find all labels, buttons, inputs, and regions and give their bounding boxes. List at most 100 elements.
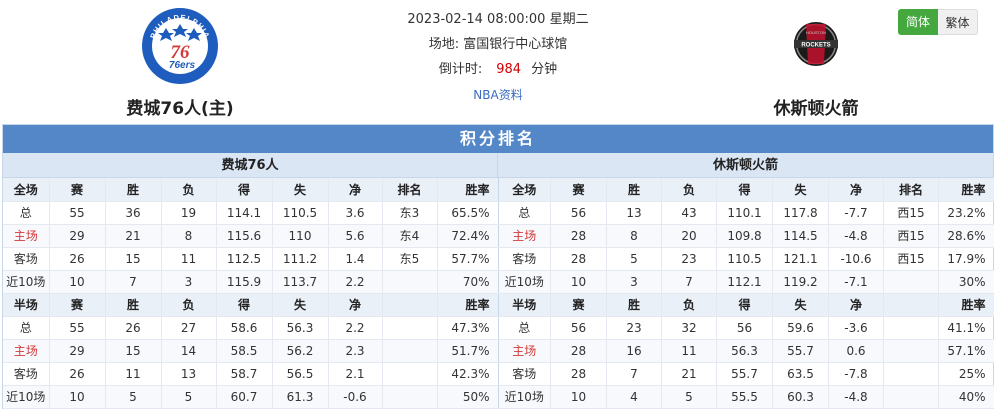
table-cell: 50%: [437, 385, 498, 409]
table-cell: 14: [161, 339, 217, 363]
row-label: 主场: [3, 339, 50, 363]
rockets-logo-icon[interactable]: ROCKETS HOUSTON: [776, 6, 856, 86]
table-cell: -4.8: [828, 385, 884, 409]
table-cell: 3: [606, 270, 662, 294]
standings-title: 积分排名: [3, 125, 993, 153]
table-cell: 东3: [382, 201, 438, 225]
away-standings-team-name: 休斯顿火箭: [498, 153, 993, 178]
column-header: 得: [716, 293, 773, 317]
table-row: 近10场 10 7 3 115.9 113.7 2.2 70%: [3, 270, 498, 294]
column-header: 胜率: [437, 293, 498, 317]
table-cell: 56: [550, 201, 607, 225]
column-header: 净: [828, 293, 884, 317]
column-header: 胜率: [437, 178, 498, 202]
row-label: 客场: [3, 362, 50, 386]
column-header: 净: [328, 293, 383, 317]
table-cell: 117.8: [772, 201, 829, 225]
table-cell: 110.1: [716, 201, 773, 225]
table-cell: 72.4%: [437, 224, 498, 248]
table-cell: 28: [550, 224, 607, 248]
table-cell: 59.6: [772, 316, 829, 340]
table-row: 客场 26 11 13 58.7 56.5 2.1 42.3%: [3, 362, 498, 386]
table-cell: 15: [105, 339, 162, 363]
home-standings-table: 全场赛胜负得失净排名 胜率总 55 36 19 114.1 110.5 3.6 东3 65.5% 主…: [3, 178, 499, 409]
nba-info-link[interactable]: NBA资料: [473, 88, 522, 102]
table-cell: 20: [661, 224, 717, 248]
column-header: 负: [661, 178, 717, 202]
table-cell: 115.9: [216, 270, 273, 294]
table-cell: 2.1: [328, 362, 383, 386]
table-cell: 55: [49, 201, 106, 225]
table-cell: 17.9%: [938, 247, 994, 271]
row-label: 主场: [498, 339, 551, 363]
table-cell: 13: [161, 362, 217, 386]
table-cell: 东4: [382, 224, 438, 248]
table-cell: [382, 385, 438, 409]
home-team[interactable]: PHILADELPHIA 76 76ers 费城76人(主): [100, 6, 260, 119]
table-cell: 10: [550, 270, 607, 294]
column-header: 排名: [382, 178, 438, 202]
table-cell: [382, 339, 438, 363]
table-cell: 5: [606, 247, 662, 271]
countdown-value: 984: [496, 62, 522, 77]
table-row: 近10场 10 4 5 55.5 60.3 -4.8 40%: [498, 385, 994, 409]
simplified-chinese-button[interactable]: 简体: [898, 9, 938, 35]
column-header: 赛: [550, 293, 607, 317]
half-game-header-row: 半场赛胜负得失净 胜率: [498, 293, 994, 317]
match-countdown: 倒计时: 984 分钟: [348, 60, 648, 85]
table-cell: 西15: [883, 201, 939, 225]
column-header: 负: [661, 293, 717, 317]
column-header: 胜: [606, 178, 662, 202]
table-cell: 40%: [938, 385, 994, 409]
table-cell: 41.1%: [938, 316, 994, 340]
table-cell: 13: [606, 201, 662, 225]
table-cell: 26: [49, 362, 106, 386]
table-row: 客场 26 15 11 112.5 111.2 1.4 东5 57.7%: [3, 247, 498, 271]
column-header: 负: [161, 293, 217, 317]
table-cell: 0.6: [828, 339, 884, 363]
table-cell: 112.1: [716, 270, 773, 294]
table-cell: 东5: [382, 247, 438, 271]
table-row: 总 56 23 32 56 59.6 -3.6 41.1%: [498, 316, 994, 340]
table-cell: 57.1%: [938, 339, 994, 363]
sixers-logo-icon[interactable]: PHILADELPHIA 76 76ers: [140, 6, 220, 86]
column-header: 半场: [498, 293, 551, 317]
home-team-name: 费城76人(主): [126, 99, 234, 119]
table-cell: 47.3%: [437, 316, 498, 340]
table-cell: 70%: [437, 270, 498, 294]
table-cell: 8: [606, 224, 662, 248]
table-cell: 西15: [883, 247, 939, 271]
table-cell: 60.3: [772, 385, 829, 409]
table-cell: 21: [105, 224, 162, 248]
match-weekday: 星期二: [549, 12, 589, 27]
table-cell: 1.4: [328, 247, 383, 271]
table-cell: 11: [161, 247, 217, 271]
away-team[interactable]: ROCKETS HOUSTON 休斯顿火箭: [736, 6, 896, 119]
column-header: 负: [161, 178, 217, 202]
column-header: 得: [216, 293, 273, 317]
table-cell: 23.2%: [938, 201, 994, 225]
table-cell: [382, 270, 438, 294]
match-venue: 场地: 富国银行中心球馆: [348, 35, 648, 60]
row-label: 总: [3, 316, 50, 340]
table-cell: 5.6: [328, 224, 383, 248]
traditional-chinese-button[interactable]: 繁体: [938, 9, 978, 35]
table-cell: 7: [606, 362, 662, 386]
row-label: 近10场: [498, 270, 551, 294]
full-game-header-row: 全场赛胜负得失净排名 胜率: [498, 178, 994, 202]
table-cell: 56.3: [716, 339, 773, 363]
table-cell: 21: [661, 362, 717, 386]
table-cell: 56: [716, 316, 773, 340]
table-cell: 58.6: [216, 316, 273, 340]
table-cell: 7: [661, 270, 717, 294]
table-cell: 60.7: [216, 385, 273, 409]
table-cell: 8: [161, 224, 217, 248]
match-header: PHILADELPHIA 76 76ers 费城76人(主) 2023-02-1…: [0, 0, 996, 124]
table-cell: 28: [550, 339, 607, 363]
column-header: 失: [272, 178, 329, 202]
svg-text:ROCKETS: ROCKETS: [801, 43, 830, 49]
row-label: 客场: [498, 362, 551, 386]
table-row: 总 56 13 43 110.1 117.8 -7.7 西15 23.2%: [498, 201, 994, 225]
column-header: 失: [772, 293, 829, 317]
table-row: 近10场 10 3 7 112.1 119.2 -7.1 30%: [498, 270, 994, 294]
